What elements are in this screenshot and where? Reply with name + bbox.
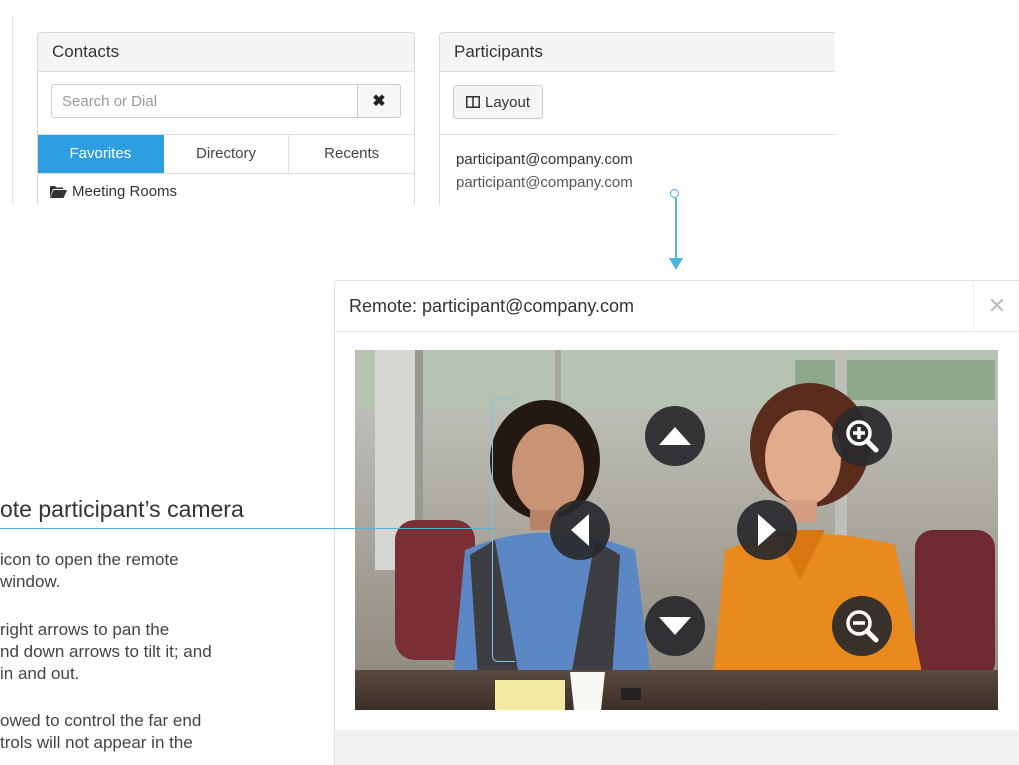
contacts-tabs: Favorites Directory Recents xyxy=(38,134,414,174)
participant-name[interactable]: participant@company.com xyxy=(456,151,633,168)
participants-panel: Participants Layout participant@company.… xyxy=(439,32,835,205)
tab-directory[interactable]: Directory xyxy=(163,135,290,173)
triangle-left-icon xyxy=(571,514,589,546)
search-input[interactable] xyxy=(51,84,358,118)
help-line: trols will not appear in the xyxy=(0,733,193,752)
folder-item-meeting-rooms[interactable]: Meeting Rooms xyxy=(50,183,177,200)
tilt-down-button[interactable] xyxy=(645,596,705,656)
tab-recents[interactable]: Recents xyxy=(289,135,414,173)
clear-search-button[interactable]: ✖ xyxy=(357,84,401,118)
connector-dot xyxy=(670,189,679,198)
help-line: icon to open the remote xyxy=(0,550,179,569)
left-divider xyxy=(12,16,13,204)
folder-label: Meeting Rooms xyxy=(72,183,178,200)
folder-open-icon xyxy=(50,186,67,198)
remote-camera-dialog: Remote: participant@company.com ✕ xyxy=(334,280,1019,765)
participants-divider xyxy=(440,134,835,135)
close-icon: ✖ xyxy=(372,93,386,110)
layout-label: Layout xyxy=(485,93,531,111)
help-line: right arrows to pan the xyxy=(0,620,170,639)
triangle-right-icon xyxy=(758,514,776,546)
controls-bracket xyxy=(492,398,515,662)
help-line: in and out. xyxy=(0,664,80,683)
triangle-down-icon xyxy=(659,617,691,635)
pan-left-button[interactable] xyxy=(550,500,610,560)
connector-arrow-icon xyxy=(669,258,683,270)
callout-line xyxy=(0,528,493,529)
search-row: ✖ xyxy=(51,84,401,118)
layout-icon xyxy=(466,96,480,108)
zoom-out-icon xyxy=(846,610,879,643)
tilt-up-button[interactable] xyxy=(645,406,705,466)
video-frame-image xyxy=(355,350,998,710)
connector-line xyxy=(675,198,677,260)
pan-right-button[interactable] xyxy=(737,500,797,560)
triangle-up-icon xyxy=(659,427,691,445)
close-icon: ✕ xyxy=(987,293,1007,318)
contacts-title: Contacts xyxy=(38,33,414,72)
zoom-out-button[interactable] xyxy=(832,596,892,656)
participant-address: participant@company.com xyxy=(456,174,633,191)
contacts-panel: Contacts ✖ Favorites Directory Recents M… xyxy=(37,32,415,205)
remote-video xyxy=(355,350,998,710)
zoom-in-icon xyxy=(846,420,879,453)
participants-title: Participants xyxy=(440,33,835,72)
help-heading: ote participant’s camera xyxy=(0,496,244,522)
dialog-title: Remote: participant@company.com xyxy=(335,281,1019,332)
layout-button[interactable]: Layout xyxy=(453,85,544,119)
help-line: nd down arrows to tilt it; and xyxy=(0,642,212,661)
tab-favorites[interactable]: Favorites xyxy=(38,135,164,173)
help-line: owed to control the far end xyxy=(0,711,202,730)
dialog-footer xyxy=(335,730,1019,765)
help-line: window. xyxy=(0,572,61,591)
dialog-close-button[interactable]: ✕ xyxy=(973,281,1019,331)
zoom-in-button[interactable] xyxy=(832,406,892,466)
